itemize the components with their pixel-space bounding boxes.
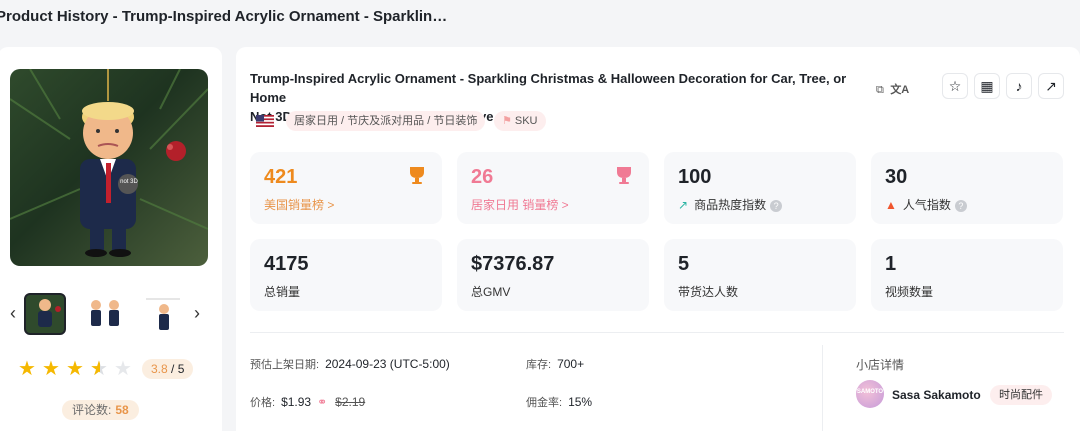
product-main-image[interactable]: not 3D xyxy=(10,69,208,266)
shop-avatar-text: SAMOTO xyxy=(856,389,884,395)
copy-icon[interactable]: ⧉ xyxy=(876,84,884,96)
us-sales-rank-value: 421 xyxy=(264,166,298,188)
product-heat-index-label: ↗ 商品热度指数? xyxy=(678,196,783,213)
trophy-icon xyxy=(617,167,631,184)
review-count-label: 评论数: xyxy=(72,403,112,417)
commission-rate-label: 佣金率: xyxy=(526,397,563,409)
trend-up-icon: ↗ xyxy=(678,198,689,212)
creator-count-value: 5 xyxy=(678,253,690,275)
review-count-pill[interactable]: 评论数: 58 xyxy=(62,400,139,420)
product-info-card: Trump-Inspired Acrylic Ornament - Sparkl… xyxy=(236,47,1080,431)
review-count: 58 xyxy=(115,403,129,417)
rating-max: / 5 xyxy=(171,362,185,376)
price-label: 价格: xyxy=(250,397,276,409)
star-empty-icon: ★ xyxy=(114,358,132,380)
price: 价格: $1.93 ⚭ $2.19 xyxy=(250,394,365,410)
page-title: Product History - Trump-Inspired Acrylic… xyxy=(0,8,448,25)
us-sales-rank-link[interactable]: 美国销量榜 > xyxy=(264,196,334,213)
sku-tag[interactable]: ⚑ SKU xyxy=(494,111,546,131)
product-heat-index-card: 100 ↗ 商品热度指数? xyxy=(664,152,856,224)
listed-date-value: 2024-09-23 (UTC-5:00) xyxy=(325,357,450,371)
thumbnail-3[interactable] xyxy=(142,293,184,335)
star-icon: ★ xyxy=(66,358,84,380)
video-count-card: 1 视频数量 xyxy=(871,239,1063,311)
popularity-index-label: ▲ 人气指数? xyxy=(885,196,967,213)
section-divider xyxy=(250,332,1064,333)
price-value: $1.93 xyxy=(281,395,312,409)
shop-avatar[interactable]: SAMOTO xyxy=(856,380,884,408)
shop-category-tag: 时尚配件 xyxy=(990,385,1052,405)
shop-details-title: 小店详情 xyxy=(856,358,905,372)
creator-count-card: 5 带货达人数 xyxy=(664,239,856,311)
translate-icon[interactable]: 文A xyxy=(890,84,909,96)
stock-label: 库存: xyxy=(526,359,552,371)
category-sales-rank-link[interactable]: 居家日用 销量榜 > xyxy=(471,196,569,213)
product-title-line-1: Trump-Inspired Acrylic Ornament - Sparkl… xyxy=(250,71,847,105)
half-star-fill-icon: ★ xyxy=(90,358,100,380)
total-sales-value: 4175 xyxy=(264,253,309,275)
flame-icon: ▲ xyxy=(885,198,897,212)
shop-name[interactable]: Sasa Sakamoto xyxy=(892,388,981,402)
stock: 库存: 700+ xyxy=(526,356,584,372)
next-thumb-arrow[interactable]: › xyxy=(194,303,200,324)
popularity-index-value: 30 xyxy=(885,166,908,188)
price-history-icon[interactable]: ⚭ xyxy=(317,395,327,409)
commission-rate-value: 15% xyxy=(568,395,593,409)
product-heat-index-value: 100 xyxy=(678,166,712,188)
thumbnail-2[interactable] xyxy=(84,293,126,335)
shop-divider xyxy=(822,345,823,431)
tiktok-icon[interactable]: ♪ xyxy=(1006,73,1032,99)
total-gmv-label: 总GMV xyxy=(471,285,511,299)
category-sales-rank-card[interactable]: 26 居家日用 销量榜 > xyxy=(457,152,649,224)
product-gallery-card: not 3D ‹ › ★ ★ ★ ★ ★ ★ 3.8 / 5 评论数: 58 xyxy=(0,47,222,431)
thumbnail-1[interactable] xyxy=(24,293,66,335)
total-gmv-card: $7376.87 总GMV xyxy=(457,239,649,311)
trophy-icon xyxy=(410,167,424,184)
popularity-index-card: 30 ▲ 人气指数? xyxy=(871,152,1063,224)
star-icon: ★ xyxy=(18,358,36,380)
star-icon: ★ xyxy=(42,358,60,380)
us-flag-icon xyxy=(256,115,274,127)
tag-icon: ⚑ xyxy=(502,115,512,127)
listed-date: 预估上架日期: 2024-09-23 (UTC-5:00) xyxy=(250,356,450,372)
help-icon[interactable]: ? xyxy=(770,199,783,212)
stock-value: 700+ xyxy=(557,357,585,371)
total-gmv-value: $7376.87 xyxy=(471,253,555,275)
sku-tag-label: SKU xyxy=(514,115,538,127)
total-sales-card: 4175 总销量 xyxy=(250,239,442,311)
favorite-star-icon[interactable]: ☆ xyxy=(942,73,968,99)
title-tools: ⧉ 文A xyxy=(876,80,911,98)
video-count-value: 1 xyxy=(885,253,897,275)
help-icon[interactable]: ? xyxy=(954,199,967,212)
rating-score: 3.8 xyxy=(151,362,168,376)
not-3d-badge-text: not 3D xyxy=(120,179,138,185)
total-sales-label: 总销量 xyxy=(264,285,301,299)
us-sales-rank-card[interactable]: 421 美国销量榜 > xyxy=(250,152,442,224)
video-count-label: 视频数量 xyxy=(885,285,934,299)
thumbnail-carousel: ‹ › xyxy=(8,293,214,337)
qrcode-icon[interactable]: ▦ xyxy=(974,73,1000,99)
action-buttons: ☆ ▦ ♪ ↗ xyxy=(942,73,1070,99)
category-sales-rank-value: 26 xyxy=(471,166,494,188)
listed-date-label: 预估上架日期: xyxy=(250,359,320,371)
commission-rate: 佣金率: 15% xyxy=(526,394,592,410)
popularity-index-text: 人气指数 xyxy=(902,198,951,212)
original-price: $2.19 xyxy=(335,395,366,409)
rating-score-pill: 3.8 / 5 xyxy=(142,359,194,379)
star-rating: ★ ★ ★ ★ ★ ★ 3.8 / 5 xyxy=(18,358,208,382)
creator-count-label: 带货达人数 xyxy=(678,285,739,299)
product-heat-index-text: 商品热度指数 xyxy=(694,198,767,212)
category-tag[interactable]: 居家日用 / 节庆及派对用品 / 节日装饰 xyxy=(286,111,486,131)
prev-thumb-arrow[interactable]: ‹ xyxy=(10,303,16,324)
external-link-icon[interactable]: ↗ xyxy=(1038,73,1064,99)
